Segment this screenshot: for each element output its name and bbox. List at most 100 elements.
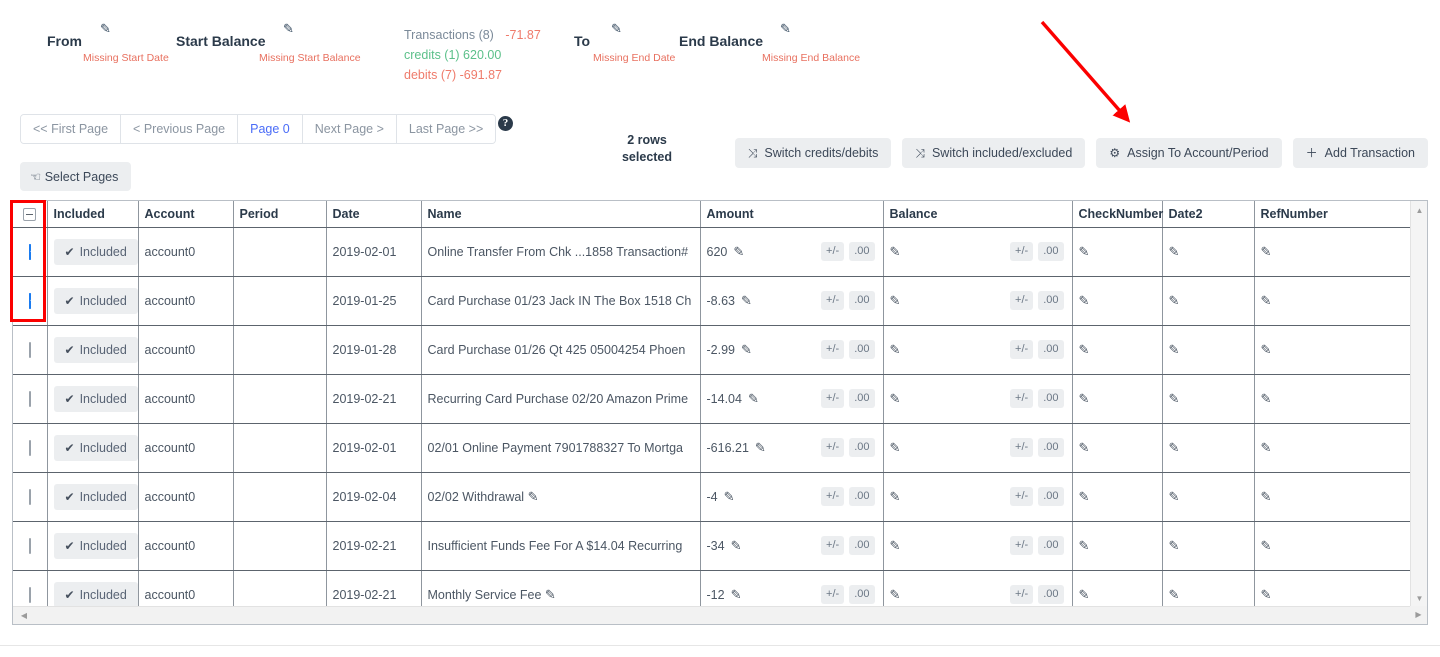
cell-date2[interactable]: ✎︎ [1162,521,1255,571]
row-select-cell[interactable] [13,521,48,571]
plus-minus-button[interactable]: +/- [821,585,845,605]
next-page-button[interactable]: Next Page > [302,115,397,143]
column-header-name[interactable]: Name [421,201,701,228]
row-select-cell[interactable] [13,374,48,424]
cell-name[interactable]: Card Purchase 01/23 Jack IN The Box 1518… [421,276,701,326]
edit-pencil-icon[interactable]: ✎︎ [1079,538,1090,553]
plus-minus-button[interactable]: +/- [1010,585,1034,605]
cell-period[interactable] [233,472,327,522]
edit-pencil-icon[interactable]: ✎︎ [1169,440,1180,455]
vertical-scrollbar[interactable]: ▲ ▼ [1410,201,1427,608]
edit-pencil-icon[interactable]: ✎︎ [528,490,539,504]
edit-pencil-icon[interactable]: ✎︎ [1169,489,1180,504]
edit-pencil-icon[interactable]: ✎︎ [1261,489,1272,504]
edit-pencil-icon[interactable]: ✎︎ [890,392,901,405]
column-header-checknumber[interactable]: CheckNumber [1072,201,1163,228]
decimal-button[interactable]: .00 [849,291,875,310]
cell-account[interactable]: account0 [138,521,234,571]
cell-period[interactable] [233,521,327,571]
plus-minus-button[interactable]: +/- [821,389,845,408]
row-checkbox[interactable] [28,587,31,604]
decimal-button[interactable]: .00 [1038,340,1064,359]
scroll-left-icon[interactable]: ◀ [16,607,32,624]
edit-pencil-icon[interactable]: ✎︎ [1169,538,1180,553]
edit-pencil-icon[interactable]: ✎︎ [890,294,901,307]
cell-included[interactable]: ✔ Included [47,374,139,424]
decimal-button[interactable]: .00 [849,487,875,506]
cell-date[interactable]: 2019-02-01 [326,423,422,473]
table-row[interactable]: ✔ Included account0 2019-02-04 02/02 Withdra… [13,472,1411,522]
cell-name[interactable]: Card Purchase 01/26 Qt 425 05004254 Phoe… [421,325,701,375]
cell-date2[interactable]: ✎︎ [1162,472,1255,522]
cell-period[interactable] [233,276,327,326]
edit-pencil-icon[interactable]: ✎︎ [1261,587,1272,602]
cell-checknumber[interactable]: ✎︎ [1072,423,1163,473]
edit-pencil-icon[interactable]: ✎︎ [733,245,744,258]
cell-checknumber[interactable]: ✎︎ [1072,472,1163,522]
select-pages-button[interactable]: ☜ Select Pages [20,162,132,191]
cell-name[interactable]: Online Transfer From Chk ...1858 Transac… [421,227,701,277]
edit-pencil-icon[interactable]: ✎︎ [1169,587,1180,602]
edit-pencil-icon[interactable]: ✎︎ [748,392,759,405]
edit-pencil-icon[interactable]: ✎︎ [731,588,742,601]
cell-period[interactable] [233,325,327,375]
cell-account[interactable]: account0 [138,374,234,424]
edit-pencil-icon[interactable]: ✎︎ [1079,391,1090,406]
cell-refnumber[interactable]: ✎︎ [1254,227,1411,277]
previous-page-button[interactable]: < Previous Page [121,115,239,143]
plus-minus-button[interactable]: +/- [821,438,845,457]
cell-amount[interactable]: 620 ✎︎ +/- .00 [700,227,884,277]
edit-pencil-icon[interactable]: ✎︎ [1079,244,1090,259]
plus-minus-button[interactable]: +/- [821,242,845,261]
column-header-account[interactable]: Account [138,201,234,228]
decimal-button[interactable]: .00 [1038,438,1064,457]
column-header-balance[interactable]: Balance [883,201,1073,228]
cell-balance[interactable]: ✎︎ +/- .00 [883,374,1073,424]
cell-amount[interactable]: -616.21 ✎︎ +/- .00 [700,423,884,473]
cell-date[interactable]: 2019-01-28 [326,325,422,375]
to-edit-icon[interactable]: ✎︎ [611,22,622,35]
cell-refnumber[interactable]: ✎︎ [1254,423,1411,473]
plus-minus-button[interactable]: +/- [1010,487,1034,506]
included-badge[interactable]: ✔ Included [53,287,138,314]
edit-pencil-icon[interactable]: ✎︎ [1079,587,1090,602]
cell-date2[interactable]: ✎︎ [1162,276,1255,326]
from-edit-icon[interactable]: ✎︎ [100,22,111,35]
edit-pencil-icon[interactable]: ✎︎ [1079,440,1090,455]
scroll-down-icon[interactable]: ▼ [1411,591,1427,606]
decimal-button[interactable]: .00 [1038,291,1064,310]
edit-pencil-icon[interactable]: ✎︎ [1169,391,1180,406]
plus-minus-button[interactable]: +/- [821,291,845,310]
included-badge[interactable]: ✔ Included [53,238,138,265]
end-balance-edit-icon[interactable]: ✎︎ [780,22,791,35]
cell-included[interactable]: ✔ Included [47,325,139,375]
row-select-cell[interactable] [13,325,48,375]
edit-pencil-icon[interactable]: ✎︎ [724,490,735,503]
edit-pencil-icon[interactable]: ✎︎ [1261,391,1272,406]
row-select-cell[interactable] [13,472,48,522]
cell-refnumber[interactable]: ✎︎ [1254,472,1411,522]
cell-date2[interactable]: ✎︎ [1162,374,1255,424]
decimal-button[interactable]: .00 [849,242,875,261]
edit-pencil-icon[interactable]: ✎︎ [1261,538,1272,553]
included-badge[interactable]: ✔ Included [53,434,138,461]
cell-period[interactable] [233,423,327,473]
edit-pencil-icon[interactable]: ✎︎ [755,441,766,454]
decimal-button[interactable]: .00 [849,340,875,359]
decimal-button[interactable]: .00 [849,536,875,555]
cell-account[interactable]: account0 [138,472,234,522]
cell-amount[interactable]: -8.63 ✎︎ +/- .00 [700,276,884,326]
edit-pencil-icon[interactable]: ✎︎ [890,343,901,356]
cell-date[interactable]: 2019-01-25 [326,276,422,326]
cell-name[interactable]: 02/02 Withdrawal ✎︎ [421,472,701,522]
table-row[interactable]: ✔ Included account0 2019-01-25 Card Purchase… [13,276,1411,326]
cell-refnumber[interactable]: ✎︎ [1254,521,1411,571]
plus-minus-button[interactable]: +/- [1010,536,1034,555]
row-checkbox[interactable] [28,488,31,505]
edit-pencil-icon[interactable]: ✎︎ [1261,244,1272,259]
cell-period[interactable] [233,374,327,424]
start-balance-edit-icon[interactable]: ✎︎ [283,22,294,35]
included-badge[interactable]: ✔ Included [53,385,138,412]
cell-amount[interactable]: -2.99 ✎︎ +/- .00 [700,325,884,375]
pagination-controls[interactable]: << First Page < Previous Page Page 0 Nex… [20,114,497,144]
